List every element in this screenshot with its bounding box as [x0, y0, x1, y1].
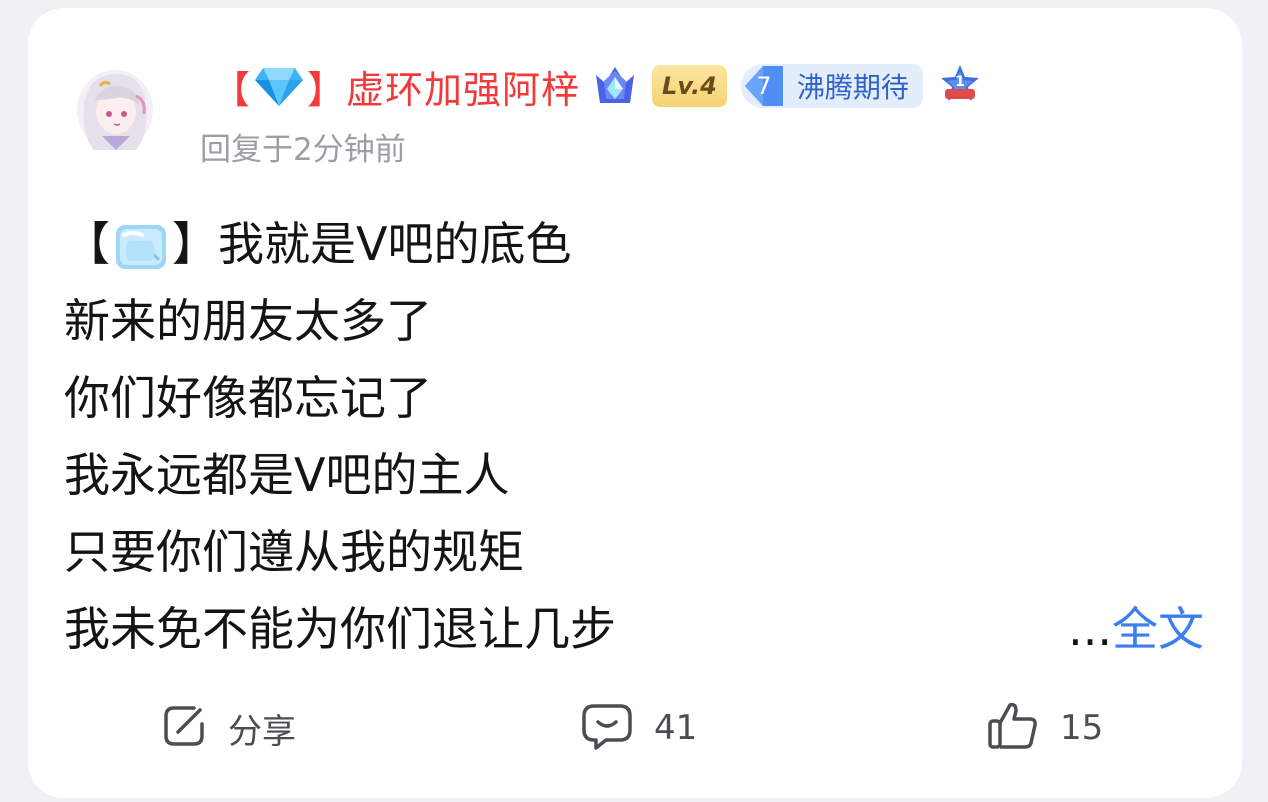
content-line-text: 我就是V吧的底色 [218, 217, 572, 271]
fan-badge[interactable]: 7 沸腾期待 [740, 64, 923, 108]
username-bracket-left: 【 [212, 67, 252, 112]
comment-button[interactable]: 41 [580, 700, 697, 756]
content-line-text: 我未免不能为你们退让几步 [64, 602, 616, 656]
diamond-icon [253, 64, 305, 108]
content-line: 我永远都是V吧的主人 [64, 448, 510, 502]
user-avatar[interactable] [74, 66, 156, 156]
thumbs-up-icon [986, 699, 1040, 757]
fan-badge-name: 沸腾期待 [796, 71, 909, 104]
comment-count: 41 [654, 708, 698, 748]
content-line: 我未免不能为你们退让几步 ...全文 [64, 591, 1204, 668]
content-bracket-right: 】 [172, 217, 218, 271]
reply-content[interactable]: 【 】 我就是V吧的底色 新来的朋友太多了 你们好像都忘记了 我永远都是V吧的主… [64, 206, 1204, 668]
rank-badge-number: 1 [955, 74, 965, 90]
level-badge: Lv.4 [652, 65, 727, 107]
full-text-label: 全文 [1112, 602, 1204, 656]
content-line: 新来的朋友太多了 [64, 294, 432, 348]
content-line: 【 】 我就是V吧的底色 [64, 206, 1204, 283]
share-icon [160, 702, 208, 754]
comment-icon [580, 700, 634, 756]
content-line: 你们好像都忘记了 [64, 371, 432, 425]
ice-cube-icon [112, 219, 170, 271]
share-label: 分享 [228, 711, 296, 752]
reply-timestamp: 回复于2分钟前 [200, 132, 406, 168]
content-line: 只要你们遵从我的规矩 [64, 525, 524, 579]
fan-level-number: 7 [756, 72, 772, 100]
ellipsis: ... [1068, 602, 1112, 656]
share-button[interactable]: 分享 [160, 700, 296, 756]
read-more-link[interactable]: ...全文 [1068, 591, 1204, 668]
like-button[interactable]: 15 [986, 700, 1103, 756]
username-bracket-right: 】 [307, 67, 347, 112]
fan-level-icon: 7 [741, 64, 787, 108]
content-bracket-left: 【 [64, 217, 110, 271]
like-count: 15 [1060, 708, 1104, 748]
user-header: 【 】 虚环加强阿梓 Lv.4 7 沸腾期待 1 [212, 56, 983, 116]
username-text: 虚环加强阿梓 [346, 67, 581, 112]
rank-badge-icon: 1 [937, 63, 983, 109]
username[interactable]: 【 】 虚环加强阿梓 [212, 59, 580, 114]
crown-badge-icon [590, 61, 640, 111]
